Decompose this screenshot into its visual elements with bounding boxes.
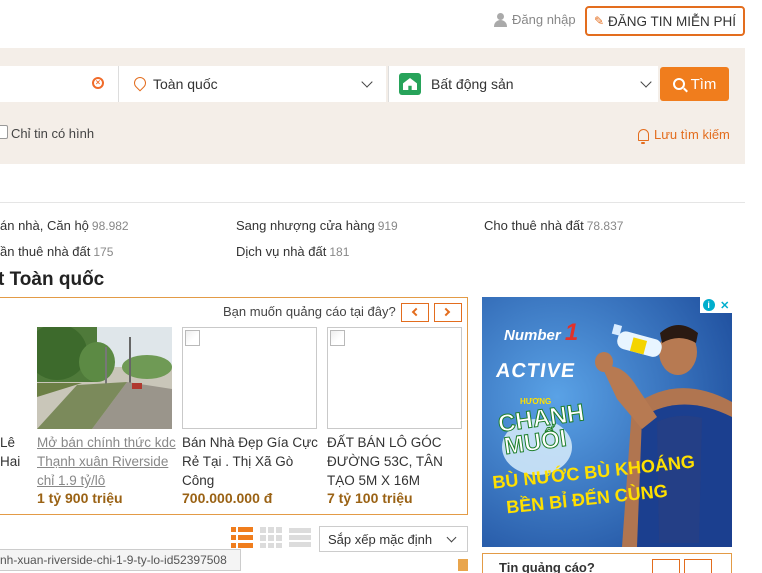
chevron-right-icon <box>441 307 451 317</box>
chevron-down-icon <box>640 76 652 88</box>
location-select[interactable]: Toàn quốc <box>118 66 386 102</box>
save-search-link[interactable]: Lưu tìm kiếm <box>638 127 730 144</box>
save-search-label: Lưu tìm kiếm <box>654 127 730 142</box>
divider <box>0 202 745 203</box>
listing-title[interactable]: Mở bán chính thức kdc Thạnh xuân Riversi… <box>37 433 177 490</box>
user-icon <box>493 12 507 27</box>
listing-thumbnail[interactable] <box>182 327 317 429</box>
category-label: ần thuê nhà đất <box>0 244 91 259</box>
listing-title[interactable]: ĐẤT BÁN LÔ GÓC ĐƯỜNG 53C, TÂN TẠO 5M X 1… <box>327 433 467 490</box>
chevron-down-icon <box>361 76 373 88</box>
listing-price: 700.000.000 đ <box>182 490 273 506</box>
broken-image-icon <box>330 330 345 346</box>
street-photo <box>37 327 172 429</box>
ad-brand-word: Number <box>504 327 561 344</box>
close-icon[interactable]: ✕ <box>720 299 729 312</box>
login-label: Đăng nhập <box>512 12 576 27</box>
ad-brand-number: 1 <box>564 319 579 346</box>
listing-title-partial[interactable]: Lê Hai <box>0 433 20 471</box>
listing-thumbnail[interactable] <box>37 327 172 429</box>
category-link[interactable]: Cho thuê nhà đất 78.837 <box>484 218 623 233</box>
search-button[interactable]: Tìm <box>660 67 729 101</box>
ad-brand: Number 1 <box>504 319 578 347</box>
category-label: Sang nhượng cửa hàng <box>236 218 375 233</box>
pencil-icon: ✎ <box>593 14 605 28</box>
category-count: 175 <box>93 245 114 259</box>
ad-banner[interactable]: Number 1 ACTIVE HƯƠNG CHANH MUỐI BÙ NƯỚC… <box>482 297 732 547</box>
search-button-label: Tìm <box>690 75 717 93</box>
list-view-icon[interactable] <box>231 527 253 548</box>
broken-image-icon <box>185 330 200 346</box>
sort-value: Sắp xếp mặc định <box>328 531 433 547</box>
carousel-prev-button[interactable] <box>401 303 429 322</box>
sort-select[interactable]: Sắp xếp mặc định <box>319 526 468 552</box>
clear-icon[interactable]: × <box>92 77 104 89</box>
category-label: án nhà, Căn hộ <box>0 218 89 233</box>
category-link[interactable]: án nhà, Căn hộ 98.982 <box>0 218 129 233</box>
listing-thumbnail[interactable] <box>327 327 462 429</box>
ad-choices[interactable]: i ✕ <box>700 297 732 313</box>
partial-line: Hai <box>0 454 21 469</box>
category-link[interactable]: Dịch vụ nhà đất 181 <box>236 244 349 259</box>
category-select[interactable]: Bất động sản <box>388 66 658 102</box>
listing-price: 7 tỷ 100 triệu <box>327 490 413 506</box>
status-bar-url: nh-xuan-riverside-chi-1-9-ty-lo-id523975… <box>0 549 241 571</box>
ad-marker-icon <box>458 559 468 571</box>
listing-price: 1 tỷ 900 triệu <box>37 490 123 506</box>
image-only-label: Chỉ tin có hình <box>11 126 95 141</box>
chevron-down-icon <box>446 532 457 543</box>
category-count: 919 <box>377 219 398 233</box>
category-count: 78.837 <box>586 219 624 233</box>
category-count: 181 <box>329 245 350 259</box>
login-link[interactable]: Đăng nhập <box>493 12 576 27</box>
partial-line: Lê <box>0 435 16 450</box>
category-link[interactable]: Sang nhượng cửa hàng 919 <box>236 218 398 233</box>
ad-line1: ACTIVE <box>494 360 577 382</box>
grid-view-icon[interactable] <box>260 527 282 548</box>
category-value: Bất động sản <box>431 76 514 92</box>
advertise-here-link[interactable]: Bạn muốn quảng cáo tại đây? <box>223 304 396 319</box>
category-link[interactable]: ần thuê nhà đất 175 <box>0 244 113 259</box>
compact-view-icon[interactable] <box>289 527 311 548</box>
category-label: Cho thuê nhà đất <box>484 218 584 233</box>
listing-title[interactable]: Bán Nhà Đẹp Gía Cực Rẻ Tại . Thị Xã Gò C… <box>182 433 322 490</box>
category-count: 98.982 <box>91 219 129 233</box>
house-icon <box>399 73 421 95</box>
chevron-left-icon <box>411 307 421 317</box>
post-free-ad-button[interactable]: ✎ ĐĂNG TIN MIỄN PHÍ <box>585 6 745 36</box>
carousel-next-button[interactable] <box>434 303 462 322</box>
info-icon[interactable]: i <box>702 299 715 311</box>
post-button-label: ĐĂNG TIN MIỄN PHÍ <box>608 13 737 29</box>
category-label: Dịch vụ nhà đất <box>236 244 327 259</box>
search-icon <box>672 78 685 90</box>
ad-box-2-title: Tin quảng cáo? <box>499 560 595 573</box>
image-only-checkbox[interactable] <box>0 125 8 139</box>
location-value: Toàn quốc <box>153 76 218 92</box>
location-pin-icon <box>133 77 145 91</box>
section-heading: t Toàn quốc <box>0 269 105 290</box>
bell-icon <box>638 128 649 144</box>
